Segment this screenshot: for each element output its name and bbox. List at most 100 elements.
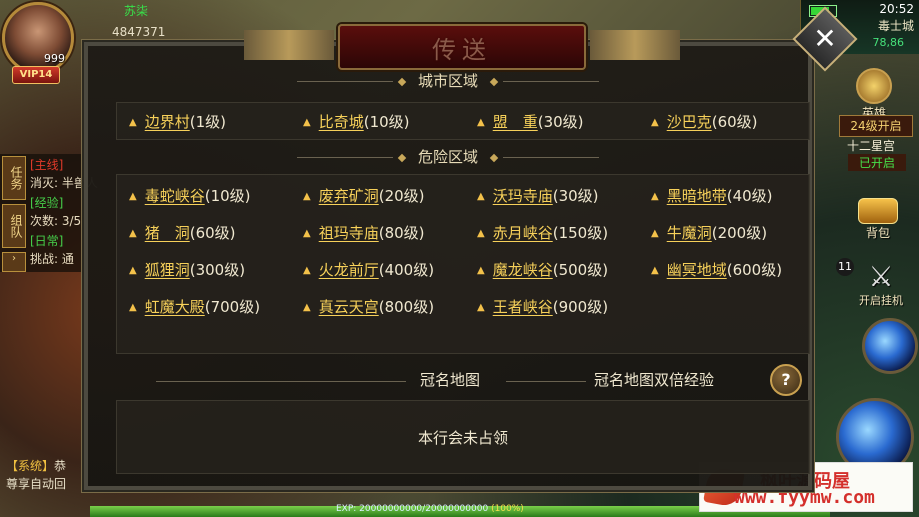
location-level: (150级) [552, 224, 609, 242]
danger-section-title: 危险区域 [417, 148, 478, 166]
location-name[interactable]: 祖玛寺庙 [319, 224, 379, 242]
hero-button[interactable]: 英雄 [852, 68, 896, 121]
location-level: (400级) [378, 261, 435, 279]
location-level: (40级) [726, 187, 773, 205]
location-level: (30级) [537, 113, 584, 131]
clock: 20:52 [879, 2, 914, 16]
danger-location[interactable]: ▲ 祖玛寺庙(80级) [303, 222, 425, 243]
danger-location[interactable]: ▲ 火龙前厅(400级) [303, 259, 434, 280]
player-name: 苏柒 [124, 4, 149, 18]
city-zone-box: ▲ 边界村(1级) ▲ 比奇城(10级) ▲ 盟 重(30级) ▲ 沙巴克(60级) [116, 102, 810, 140]
danger-location[interactable]: ▲ 废弃矿洞(20级) [303, 185, 425, 206]
bag-label: 背包 [865, 226, 890, 240]
danger-location[interactable]: ▲ 王者峡谷(900级) [477, 296, 608, 317]
location-name[interactable]: 黑暗地带 [667, 187, 727, 205]
city-location[interactable]: ▲ 边界村(1级) [129, 111, 226, 132]
location-name[interactable]: 魔龙峡谷 [493, 261, 553, 279]
danger-location[interactable]: ▲ 赤月峡谷(150级) [477, 222, 608, 243]
danger-location[interactable]: ▲ 真云天宫(800级) [303, 296, 434, 317]
location-level: (700级) [204, 298, 261, 316]
guild-status-box: 本行会未占领 [116, 400, 810, 474]
teleport-arrow-icon: ▲ [651, 228, 659, 239]
vip-badge[interactable]: VIP14 [12, 66, 60, 84]
teleport-arrow-icon: ▲ [651, 117, 659, 128]
quest-daily-detail: 挑战: 通 [30, 252, 74, 266]
tab-quests[interactable]: 任务 [2, 156, 26, 200]
location-level: (1级) [189, 113, 226, 131]
location-level: (500级) [552, 261, 609, 279]
location-name[interactable]: 真云天宫 [319, 298, 379, 316]
city-location[interactable]: ▲ 盟 重(30级) [477, 111, 584, 132]
system-msg-1: 恭 [54, 459, 67, 473]
teleport-arrow-icon: ▲ [651, 191, 659, 202]
location-name[interactable]: 牛魔洞 [667, 224, 712, 242]
location-name[interactable]: 猪 洞 [145, 224, 190, 242]
location-name[interactable]: 边界村 [145, 113, 190, 131]
location-name[interactable]: 王者峡谷 [493, 298, 553, 316]
player-level: 999 [44, 52, 65, 65]
danger-location[interactable]: ▲ 牛魔洞(200级) [651, 222, 767, 243]
location-name[interactable]: 沃玛寺庙 [493, 187, 553, 205]
danger-location[interactable]: ▲ 幽冥地域(600级) [651, 259, 782, 280]
location-name[interactable]: 毒蛇峡谷 [145, 187, 205, 205]
danger-location[interactable]: ▲ 黑暗地带(40级) [651, 185, 773, 206]
danger-location[interactable]: ▲ 沃玛寺庙(30级) [477, 185, 599, 206]
tab-team[interactable]: 组队 [2, 204, 26, 248]
system-tag: 【系统】 [6, 459, 55, 473]
quest-main[interactable]: [主线] [30, 156, 63, 173]
danger-location[interactable]: ▲ 虹魔大殿(700级) [129, 296, 260, 317]
location-level: (80级) [378, 224, 425, 242]
zodiac-opened: 已开启 [848, 154, 906, 171]
location-name[interactable]: 火龙前厅 [319, 261, 379, 279]
location-level: (10级) [204, 187, 251, 205]
header-ornament-right [590, 30, 680, 60]
danger-location[interactable]: ▲ 狐狸洞(300级) [129, 259, 245, 280]
quest-expand-button[interactable]: › [2, 252, 26, 272]
city-section-title: 城市区域 [417, 72, 478, 90]
location-level: (20级) [378, 187, 425, 205]
danger-location[interactable]: ▲ 魔龙峡谷(500级) [477, 259, 608, 280]
teleport-arrow-icon: ▲ [129, 117, 137, 128]
location-name[interactable]: 虹魔大殿 [145, 298, 205, 316]
quest-panel: 任务 组队 › [主线] 消灭: 半兽人 [经验] 次数: 3/5 [日常] 挑… [0, 154, 98, 272]
location-level: (10级) [363, 113, 410, 131]
auto-fight-label: 开启挂机 [859, 294, 903, 307]
danger-location[interactable]: ▲ 猪 洞(60级) [129, 222, 236, 243]
crossed-swords-icon: ⚔ [868, 260, 894, 293]
system-chat[interactable]: 【系统】恭 尊享自动回 [6, 457, 86, 493]
zodiac-label[interactable]: 十二星宫 [847, 137, 895, 154]
close-icon[interactable]: ✕ [812, 20, 838, 58]
city-location[interactable]: ▲ 比奇城(10级) [303, 111, 410, 132]
crown-double-exp: 冠名地图双倍经验 [594, 371, 715, 389]
help-button[interactable]: ? [770, 364, 802, 396]
level-unlock-tag: 24级开启 [839, 115, 913, 137]
teleport-arrow-icon: ▲ [129, 265, 137, 276]
exp-percent: (100%) [491, 504, 524, 514]
location-name[interactable]: 幽冥地域 [667, 261, 727, 279]
location-name[interactable]: 狐狸洞 [145, 261, 190, 279]
bag-button[interactable]: 背包 [856, 198, 900, 241]
quest-exp[interactable]: [经验] [30, 194, 63, 211]
location-name[interactable]: 赤月峡谷 [493, 224, 553, 242]
skill-orb-1[interactable] [862, 318, 918, 374]
watermark-url: www.fyymw.com [734, 487, 875, 508]
minimap-coords: 78,86 [872, 36, 905, 49]
teleport-arrow-icon: ▲ [477, 117, 485, 128]
auto-fight-button[interactable]: ⚔ 开启挂机 [856, 262, 906, 308]
danger-location[interactable]: ▲ 毒蛇峡谷(10级) [129, 185, 251, 206]
location-name[interactable]: 废弃矿洞 [319, 187, 379, 205]
crown-divider-left [156, 381, 406, 382]
quest-daily[interactable]: [日常] [30, 232, 63, 249]
badge-count: 11 [836, 258, 854, 276]
location-name[interactable]: 沙巴克 [667, 113, 712, 131]
hero-icon [856, 68, 892, 104]
exp-label: EXP: 20000000000/20000000000 (100%) [336, 504, 524, 514]
city-location[interactable]: ▲ 沙巴克(60级) [651, 111, 758, 132]
dialog-title: 传送 [432, 36, 492, 64]
dialog-header: 传送 [244, 24, 680, 70]
minimap-name[interactable]: 毒士城 [878, 17, 914, 34]
location-name[interactable]: 盟 重 [493, 113, 538, 131]
teleport-arrow-icon: ▲ [129, 302, 137, 313]
crown-divider-mid [506, 381, 586, 382]
location-name[interactable]: 比奇城 [319, 113, 364, 131]
